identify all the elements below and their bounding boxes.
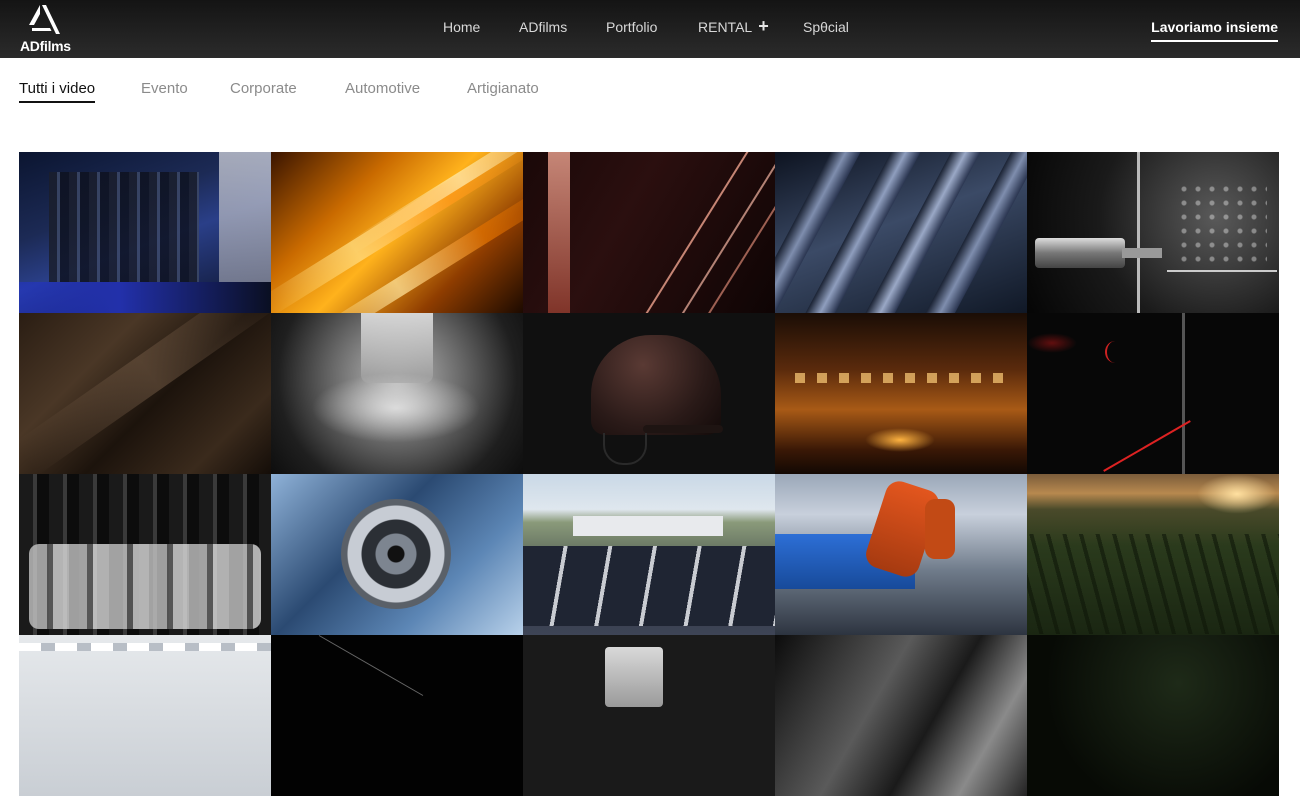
video-thumbnail[interactable] — [523, 152, 775, 313]
video-thumbnail[interactable] — [19, 152, 271, 313]
main-nav: Home ADfilms Portfolio RENTAL + Spθcial — [0, 17, 1300, 39]
nav-item-adfilms[interactable]: ADfilms — [519, 19, 567, 35]
filter-tab-evento[interactable]: Evento — [141, 80, 188, 97]
brand-logo-text: ADfilms — [20, 38, 71, 54]
video-thumbnail[interactable] — [1027, 474, 1279, 635]
video-grid — [19, 152, 1279, 796]
video-thumbnail[interactable] — [1027, 152, 1279, 313]
nav-item-home[interactable]: Home — [443, 19, 480, 35]
top-navigation-bar: ADfilms Home ADfilms Portfolio RENTAL + S… — [0, 0, 1300, 58]
video-thumbnail[interactable] — [523, 474, 775, 635]
filter-tab-artigianato[interactable]: Artigianato — [467, 80, 539, 97]
video-thumbnail[interactable] — [271, 313, 523, 474]
video-thumbnail[interactable] — [775, 152, 1027, 313]
video-thumbnail[interactable] — [1027, 635, 1279, 796]
filter-tab-automotive[interactable]: Automotive — [345, 80, 420, 97]
nav-item-portfolio[interactable]: Portfolio — [606, 19, 657, 35]
video-thumbnail[interactable] — [271, 635, 523, 796]
video-thumbnail[interactable] — [19, 635, 271, 796]
video-thumbnail[interactable] — [271, 474, 523, 635]
video-thumbnail[interactable] — [271, 152, 523, 313]
video-thumbnail[interactable] — [1027, 313, 1279, 474]
nav-item-rental-label: RENTAL — [698, 19, 753, 35]
video-thumbnail[interactable] — [19, 474, 271, 635]
nav-item-special[interactable]: Spθcial — [803, 19, 849, 35]
filter-tab-tutti-i-video[interactable]: Tutti i video — [19, 80, 96, 103]
video-thumbnail[interactable] — [775, 474, 1027, 635]
video-thumbnail[interactable] — [523, 635, 775, 796]
video-thumbnail[interactable] — [523, 313, 775, 474]
filter-tab-corporate[interactable]: Corporate — [230, 80, 297, 97]
lavoriamo-insieme-link[interactable]: Lavoriamo insieme — [1151, 19, 1278, 42]
nav-item-rental[interactable]: RENTAL + — [698, 17, 769, 35]
video-thumbnail[interactable] — [775, 635, 1027, 796]
video-thumbnail[interactable] — [775, 313, 1027, 474]
video-thumbnail[interactable] — [19, 313, 271, 474]
plus-icon[interactable]: + — [758, 17, 769, 35]
